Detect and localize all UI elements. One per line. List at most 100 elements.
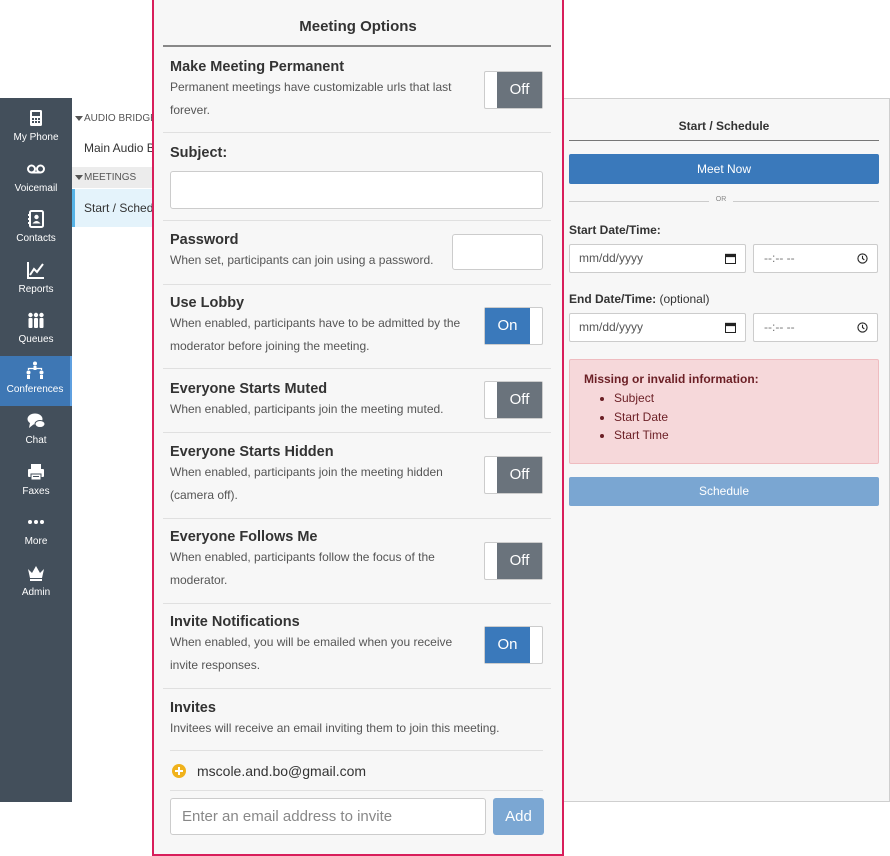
meeting-options-modal: Meeting Options Make Meeting Permanent P… (152, 0, 564, 856)
hidden-toggle[interactable]: Off (484, 456, 543, 494)
left-nav: My Phone Voicemail Contacts Reports Queu… (0, 98, 72, 802)
audio-bridges-header[interactable]: AUDIO BRIDGES (72, 108, 153, 129)
meet-now-button[interactable]: Meet Now (569, 154, 879, 184)
nav-label: Chat (25, 435, 47, 446)
error-list: Subject Start Date Start Time (584, 389, 878, 445)
error-item: Start Time (614, 426, 878, 445)
nav-label: My Phone (13, 132, 59, 143)
conference-list: AUDIO BRIDGES Main Audio B MEETINGS Star… (72, 98, 154, 802)
schedule-button[interactable]: Schedule (569, 477, 879, 506)
meetings-header[interactable]: MEETINGS (72, 167, 153, 188)
validation-alert: Missing or invalid information: Subject … (569, 359, 879, 464)
nav-item-voicemail[interactable]: Voicemail (0, 155, 72, 205)
chat-icon (0, 411, 72, 433)
nav-item-reports[interactable]: Reports (0, 256, 72, 306)
permanent-toggle[interactable]: Off (484, 71, 543, 109)
desc-line: When enabled, participants follow the fo… (170, 550, 435, 564)
header-label: AUDIO BRIDGES (84, 113, 153, 124)
time-placeholder: --:-- -- (764, 320, 795, 334)
start-date-input[interactable]: mm/dd/yyyy (569, 244, 746, 273)
nav-item-faxes[interactable]: Faxes (0, 458, 72, 508)
clock-icon[interactable] (857, 253, 868, 264)
nav-item-contacts[interactable]: Contacts (0, 205, 72, 255)
list-item-start-schedule[interactable]: Start / Schedu (72, 189, 153, 227)
conferences-icon (0, 360, 70, 382)
add-invite-button[interactable]: Add (493, 798, 544, 835)
error-item: Start Date (614, 408, 878, 427)
nav-item-my-phone[interactable]: My Phone (0, 104, 72, 154)
lobby-toggle[interactable]: On (484, 307, 543, 345)
invites-heading: Invites (170, 700, 216, 716)
nav-item-queues[interactable]: Queues (0, 306, 72, 356)
title-divider (569, 140, 879, 141)
optional-text: (optional) (659, 292, 710, 306)
invitee-email: mscole.and.bo@gmail.com (197, 763, 367, 779)
password-input[interactable] (452, 234, 543, 270)
contacts-icon (0, 209, 72, 231)
toggle-state: On (485, 308, 530, 344)
section-divider (163, 220, 551, 221)
start-datetime-label: Start Date/Time: (569, 223, 661, 237)
section-divider (170, 750, 543, 751)
subject-section: Subject: (170, 145, 550, 161)
nav-item-conferences[interactable]: Conferences (0, 356, 72, 406)
desc-line: moderator. (170, 573, 228, 587)
desc-line: (camera off). (170, 488, 238, 502)
toggle-state: Off (497, 382, 542, 418)
time-placeholder: --:-- -- (764, 251, 795, 265)
more-icon (0, 512, 72, 534)
queues-icon (0, 310, 72, 332)
end-date-input[interactable]: mm/dd/yyyy (569, 313, 746, 342)
start-time-input[interactable]: --:-- -- (753, 244, 878, 273)
desc-line: When enabled, you will be emailed when y… (170, 635, 453, 649)
pending-plus-icon (172, 764, 186, 778)
section-divider (163, 603, 551, 604)
date-placeholder: mm/dd/yyyy (579, 251, 644, 265)
subject-input[interactable] (170, 171, 543, 209)
reports-icon (0, 260, 72, 282)
end-datetime-label: End Date/Time: (optional) (569, 292, 710, 306)
nav-label: More (24, 536, 48, 547)
section-divider (163, 284, 551, 285)
subject-label: Subject: (170, 145, 228, 161)
caret-down-icon (75, 175, 83, 180)
toggle-state: Off (497, 543, 542, 579)
nav-label: Admin (21, 587, 51, 598)
voicemail-icon (0, 159, 72, 181)
header-label: MEETINGS (84, 172, 137, 183)
desc-line: Permanent meetings have customizable url… (170, 80, 452, 94)
desc-line: moderator before joining the meeting. (170, 339, 370, 353)
panel-title: Start / Schedule (678, 119, 770, 133)
nav-label: Faxes (22, 486, 50, 497)
nav-label: Voicemail (14, 183, 58, 194)
list-item-main-audio-bridge[interactable]: Main Audio B (72, 129, 153, 167)
phone-icon (0, 108, 72, 130)
end-label-text: End Date/Time: (569, 292, 657, 306)
error-item: Subject (614, 389, 878, 408)
toggle-state: On (485, 627, 530, 663)
calendar-icon[interactable] (725, 253, 736, 264)
invite-notifications-toggle[interactable]: On (484, 626, 543, 664)
section-divider (163, 132, 551, 133)
invite-email-input[interactable]: Enter an email address to invite (170, 798, 486, 835)
or-text: OR (709, 196, 733, 203)
end-time-input[interactable]: --:-- -- (753, 313, 878, 342)
nav-item-admin[interactable]: Admin (0, 559, 72, 609)
clock-icon[interactable] (857, 322, 868, 333)
section-divider (163, 688, 551, 689)
toggle-state: Off (497, 457, 542, 493)
follows-toggle[interactable]: Off (484, 542, 543, 580)
calendar-icon[interactable] (725, 322, 736, 333)
muted-toggle[interactable]: Off (484, 381, 543, 419)
start-schedule-panel: Start / Schedule Meet Now OR Start Date/… (562, 98, 890, 802)
nav-label: Reports (18, 284, 54, 295)
nav-item-chat[interactable]: Chat (0, 407, 72, 457)
nav-item-more[interactable]: More (0, 508, 72, 558)
admin-crown-icon (0, 563, 72, 585)
section-divider (163, 518, 551, 519)
title-divider (163, 45, 551, 47)
section-divider (170, 790, 543, 791)
invites-section: Invites Invitees will receive an email i… (170, 700, 550, 740)
desc-line: When enabled, participants have to be ad… (170, 316, 461, 330)
nav-label: Queues (18, 334, 54, 345)
